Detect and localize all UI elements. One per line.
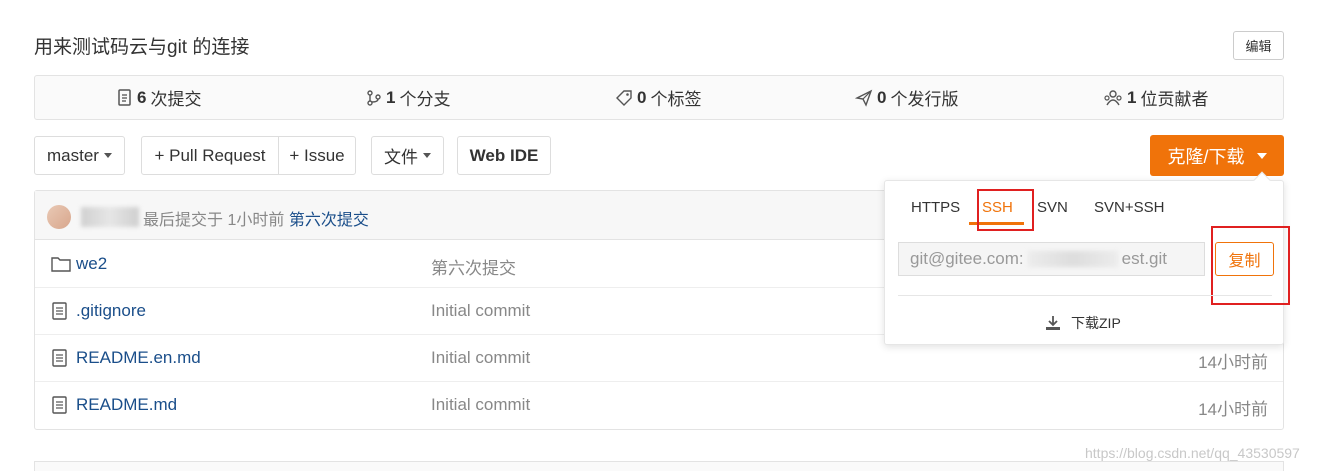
clone-popup: HTTPS SSH SVN SVN+SSH git@gitee.com: est.… bbox=[884, 180, 1290, 345]
commit-message[interactable]: Initial commit bbox=[431, 348, 530, 368]
divider bbox=[898, 295, 1272, 296]
download-zip-link[interactable]: 下载ZIP bbox=[1045, 313, 1121, 333]
table-row[interactable]: README.md Initial commit 14小时前 bbox=[35, 382, 1283, 429]
file-name[interactable]: README.en.md bbox=[76, 348, 201, 368]
clone-download-button[interactable]: 克隆/下载 bbox=[1150, 135, 1284, 176]
stat-releases[interactable]: 0 个发行版 bbox=[855, 76, 958, 119]
file-icon bbox=[52, 349, 67, 367]
watermark: https://blog.csdn.net/qq_43530597 bbox=[1085, 445, 1300, 461]
clone-label: 克隆/下载 bbox=[1167, 146, 1245, 167]
next-section-edge bbox=[34, 461, 1284, 471]
stat-count: 0 bbox=[637, 87, 647, 107]
stat-commits[interactable]: 6 次提交 bbox=[117, 76, 201, 119]
url-blurred bbox=[1027, 251, 1118, 267]
commit-time: 14小时前 bbox=[1198, 353, 1268, 372]
contributors-icon bbox=[1104, 89, 1122, 105]
pull-request-button[interactable]: + Pull Request bbox=[141, 136, 279, 175]
stat-label: 个标签 bbox=[650, 90, 702, 109]
highlight-box-ssh bbox=[977, 189, 1034, 231]
url-start: git@gitee.com: bbox=[910, 249, 1024, 268]
stat-count: 1 bbox=[1127, 87, 1137, 107]
chevron-down-icon bbox=[423, 153, 431, 158]
repo-stats-bar: 6 次提交 1 个分支 0 个标签 0 个发行版 1 位贡献者 bbox=[34, 75, 1284, 120]
commit-message[interactable]: Initial commit bbox=[431, 395, 530, 415]
tab-svn-ssh[interactable]: SVN+SSH bbox=[1094, 199, 1164, 216]
files-dropdown[interactable]: 文件 bbox=[371, 136, 444, 175]
folder-icon bbox=[51, 257, 71, 272]
last-commit-prefix: 最后提交于 1小时前 bbox=[143, 212, 285, 229]
edit-button[interactable]: 编辑 bbox=[1233, 31, 1284, 60]
download-zip-label: 下载ZIP bbox=[1071, 315, 1121, 331]
tab-https[interactable]: HTTPS bbox=[911, 199, 960, 216]
commit-message[interactable]: Initial commit bbox=[431, 301, 530, 321]
file-name[interactable]: README.md bbox=[76, 395, 177, 415]
repo-description: 用来测试码云与git 的连接 bbox=[34, 37, 250, 58]
branch-icon bbox=[367, 89, 381, 106]
stat-label: 个发行版 bbox=[890, 90, 959, 109]
stat-tags[interactable]: 0 个标签 bbox=[615, 76, 701, 119]
branch-select[interactable]: master bbox=[34, 136, 125, 175]
last-commit-info: 最后提交于 1小时前 第六次提交 bbox=[143, 206, 369, 230]
author-name-blurred bbox=[81, 207, 139, 227]
stat-count: 6 bbox=[137, 87, 147, 107]
commit-icon bbox=[118, 88, 131, 106]
chevron-down-icon bbox=[1256, 152, 1267, 159]
download-icon bbox=[1046, 316, 1060, 330]
stat-label: 个分支 bbox=[399, 90, 451, 109]
file-name[interactable]: .gitignore bbox=[76, 301, 146, 321]
stat-label: 位贡献者 bbox=[1140, 90, 1209, 109]
files-label: 文件 bbox=[384, 148, 418, 167]
stat-branches[interactable]: 1 个分支 bbox=[366, 76, 450, 119]
file-name[interactable]: we2 bbox=[76, 254, 107, 274]
avatar[interactable] bbox=[47, 205, 71, 229]
stat-contributors[interactable]: 1 位贡献者 bbox=[1103, 76, 1208, 119]
tag-icon bbox=[616, 89, 632, 106]
commit-time: 14小时前 bbox=[1198, 400, 1268, 419]
release-icon bbox=[855, 89, 873, 107]
branch-label: master bbox=[47, 145, 99, 165]
tab-svn[interactable]: SVN bbox=[1037, 199, 1068, 216]
clone-url-input[interactable]: git@gitee.com: est.git bbox=[898, 242, 1205, 276]
stat-label: 次提交 bbox=[150, 90, 202, 109]
web-ide-button[interactable]: Web IDE bbox=[457, 136, 551, 175]
highlight-box-copy bbox=[1211, 226, 1290, 305]
last-commit-link[interactable]: 第六次提交 bbox=[289, 212, 369, 229]
issue-button[interactable]: + Issue bbox=[278, 136, 356, 175]
url-end: est.git bbox=[1121, 249, 1167, 268]
chevron-down-icon bbox=[103, 153, 112, 158]
file-icon bbox=[52, 302, 67, 320]
file-icon bbox=[52, 396, 67, 414]
stat-count: 1 bbox=[386, 87, 396, 107]
stat-count: 0 bbox=[877, 87, 887, 107]
commit-message[interactable]: 第六次提交 bbox=[431, 254, 516, 279]
